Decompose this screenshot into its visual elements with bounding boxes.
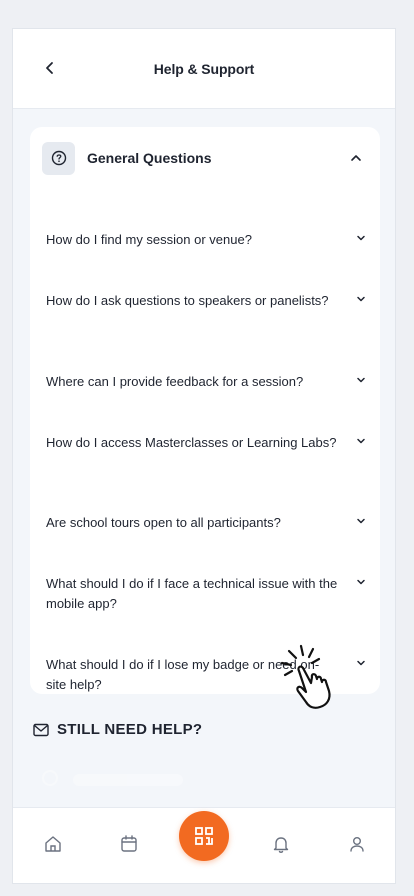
faq-item[interactable]: Where can I provide feedback for a sessi…	[46, 372, 368, 392]
mail-icon	[33, 723, 49, 736]
home-icon	[45, 836, 61, 852]
faq-question: How do I access Masterclasses or Learnin…	[46, 435, 337, 450]
collapse-button[interactable]	[348, 150, 364, 166]
qr-scan-button[interactable]	[179, 811, 229, 861]
faded-contact-row	[41, 769, 201, 793]
faq-item[interactable]: How do I ask questions to speakers or pa…	[46, 291, 368, 311]
question-circle-icon	[42, 141, 75, 175]
faq-item[interactable]: How do I find my session or venue?	[46, 230, 368, 250]
faq-question: Are school tours open to all participant…	[46, 515, 281, 530]
chevron-up-icon	[351, 155, 361, 161]
still-need-help: STILL NEED HELP?	[33, 721, 202, 738]
section-title: General Questions	[87, 150, 212, 166]
page-title: Help & Support	[153, 60, 255, 77]
app-header: Help & Support	[13, 29, 395, 109]
bell-icon	[273, 837, 289, 853]
faq-question: How do I find my session or venue?	[46, 232, 252, 247]
nav-home-button[interactable]	[41, 832, 65, 856]
faq-item[interactable]: Are school tours open to all participant…	[46, 513, 368, 533]
bottom-nav	[13, 807, 395, 883]
nav-notifications-button[interactable]	[269, 832, 293, 856]
faq-item[interactable]: How do I access Masterclasses or Learnin…	[46, 433, 368, 453]
help-title: STILL NEED HELP?	[57, 721, 203, 738]
chevron-down-icon	[354, 373, 368, 387]
tap-hand-icon	[280, 644, 331, 709]
chevron-down-icon	[354, 514, 368, 528]
chevron-down-icon	[354, 656, 368, 670]
profile-icon	[350, 837, 364, 852]
faq-question: How do I ask questions to speakers or pa…	[46, 293, 329, 308]
faq-item[interactable]: What should I do if I face a technical i…	[46, 574, 368, 614]
chevron-down-icon	[354, 231, 368, 245]
faq-question: What should I do if I face a technical i…	[46, 576, 338, 611]
chevron-down-icon	[354, 575, 368, 589]
calendar-icon	[121, 835, 137, 852]
chevron-down-icon	[354, 434, 368, 448]
nav-profile-button[interactable]	[345, 832, 369, 856]
faq-question: Where can I provide feedback for a sessi…	[46, 374, 304, 389]
app-screen: Help & Support General Questions How do …	[12, 28, 396, 884]
back-button[interactable]	[39, 57, 61, 79]
faq-section-header[interactable]: General Questions	[42, 141, 368, 175]
chevron-down-icon	[354, 292, 368, 306]
faq-card: General Questions How do I find my sessi…	[30, 127, 380, 694]
qr-scan-icon	[195, 827, 213, 845]
nav-calendar-button[interactable]	[117, 832, 141, 856]
chevron-left-icon	[46, 62, 53, 74]
